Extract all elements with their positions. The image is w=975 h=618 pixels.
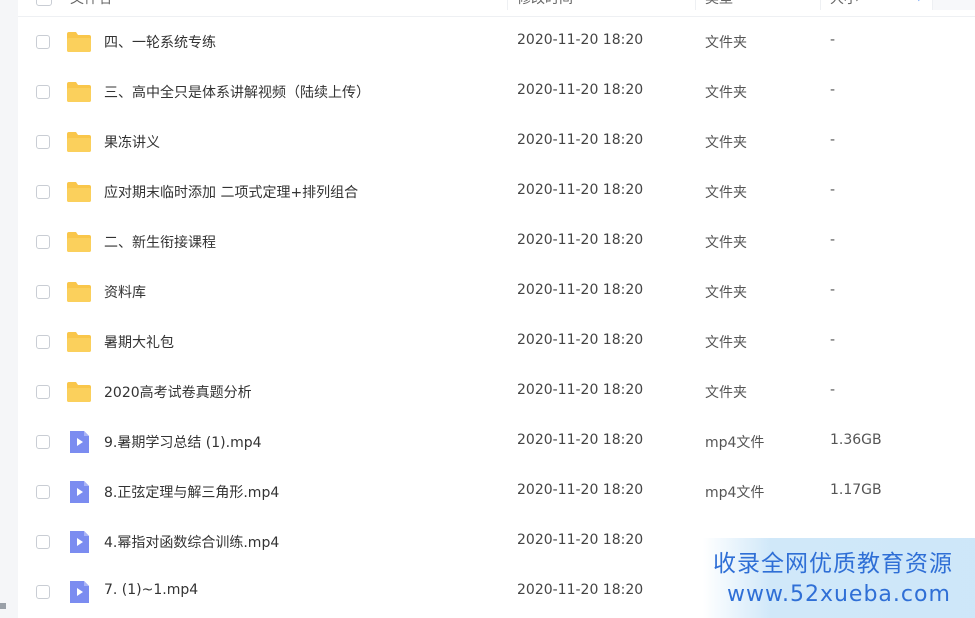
file-size: - xyxy=(830,132,836,148)
modified-time: 2020-11-20 18:20 xyxy=(517,82,644,98)
file-list-header: 文件名 修改时间 类型 大小 ▼ xyxy=(18,0,975,17)
row-checkbox[interactable] xyxy=(36,185,50,199)
resize-handle[interactable] xyxy=(0,603,6,609)
folder-icon xyxy=(66,30,92,54)
video-file-icon xyxy=(66,480,92,504)
file-row[interactable]: 四、一轮系统专练 2020-11-20 18:20 文件夹 - xyxy=(18,17,975,67)
row-checkbox[interactable] xyxy=(36,485,50,499)
row-checkbox[interactable] xyxy=(36,135,50,149)
file-type: 文件夹 xyxy=(705,335,747,351)
modified-time: 2020-11-20 18:20 xyxy=(517,282,644,298)
file-type: 文件夹 xyxy=(705,385,747,401)
file-row[interactable]: 暑期大礼包 2020-11-20 18:20 文件夹 - xyxy=(18,317,975,367)
file-type: mp4文件 xyxy=(705,435,765,451)
folder-icon xyxy=(66,130,92,154)
file-type: 文件夹 xyxy=(705,85,747,101)
folder-icon xyxy=(66,180,92,204)
select-all-checkbox[interactable] xyxy=(36,0,52,6)
file-size: 1.17GB xyxy=(830,482,882,498)
file-name[interactable]: 4.幂指对函数综合训练.mp4 xyxy=(104,532,279,552)
column-header-type[interactable]: 类型 xyxy=(705,0,733,16)
file-name[interactable]: 三、高中全只是体系讲解视频（陆续上传） xyxy=(104,82,370,102)
file-row[interactable]: 8.正弦定理与解三角形.mp4 2020-11-20 18:20 mp4文件 1.17… xyxy=(18,467,975,517)
watermark-line2: www.52xueba.com xyxy=(727,582,951,607)
row-checkbox[interactable] xyxy=(36,435,50,449)
modified-time: 2020-11-20 18:20 xyxy=(517,232,644,248)
file-name[interactable]: 果冻讲义 xyxy=(104,132,160,152)
folder-icon xyxy=(66,330,92,354)
file-name[interactable]: 7. (1)~1.mp4 xyxy=(104,582,198,598)
folder-icon xyxy=(66,380,92,404)
file-row[interactable]: 资料库 2020-11-20 18:20 文件夹 - xyxy=(18,267,975,317)
column-header-name[interactable]: 文件名 xyxy=(70,0,112,16)
row-checkbox[interactable] xyxy=(36,35,50,49)
file-size: - xyxy=(830,382,836,398)
file-name[interactable]: 二、新生衔接课程 xyxy=(104,232,216,252)
file-name[interactable]: 应对期末临时添加 二项式定理+排列组合 xyxy=(104,182,358,202)
file-row[interactable]: 2020高考试卷真题分析 2020-11-20 18:20 文件夹 - xyxy=(18,367,975,417)
modified-time: 2020-11-20 18:20 xyxy=(517,532,644,548)
row-checkbox[interactable] xyxy=(36,335,50,349)
file-name[interactable]: 8.正弦定理与解三角形.mp4 xyxy=(104,482,279,502)
file-name[interactable]: 2020高考试卷真题分析 xyxy=(104,382,252,402)
file-size: - xyxy=(830,282,836,298)
file-row[interactable]: 二、新生衔接课程 2020-11-20 18:20 文件夹 - xyxy=(18,217,975,267)
folder-icon xyxy=(66,230,92,254)
file-type: mp4文件 xyxy=(705,485,765,501)
file-row[interactable]: 应对期末临时添加 二项式定理+排列组合 2020-11-20 18:20 文件夹 - xyxy=(18,167,975,217)
file-type: 文件夹 xyxy=(705,285,747,301)
watermark-line1: 收录全网优质教育资源 xyxy=(713,551,953,577)
file-row[interactable]: 果冻讲义 2020-11-20 18:20 文件夹 - xyxy=(18,117,975,167)
file-size: - xyxy=(830,32,836,48)
row-checkbox[interactable] xyxy=(36,585,50,599)
row-checkbox[interactable] xyxy=(36,385,50,399)
file-size: 1.36GB xyxy=(830,432,882,448)
modified-time: 2020-11-20 18:20 xyxy=(517,182,644,198)
modified-time: 2020-11-20 18:20 xyxy=(517,482,644,498)
column-divider[interactable] xyxy=(507,0,508,10)
watermark-banner: 收录全网优质教育资源 www.52xueba.com xyxy=(703,538,975,618)
modified-time: 2020-11-20 18:20 xyxy=(517,32,644,48)
file-row[interactable]: 9.暑期学习总结 (1).mp4 2020-11-20 18:20 mp4文件 1.3… xyxy=(18,417,975,467)
column-header-time[interactable]: 修改时间 xyxy=(517,0,573,16)
video-file-icon xyxy=(66,430,92,454)
modified-time: 2020-11-20 18:20 xyxy=(517,332,644,348)
modified-time: 2020-11-20 18:20 xyxy=(517,382,644,398)
file-name[interactable]: 暑期大礼包 xyxy=(104,332,174,352)
file-type: 文件夹 xyxy=(705,235,747,251)
row-checkbox[interactable] xyxy=(36,535,50,549)
row-checkbox[interactable] xyxy=(36,235,50,249)
sort-arrow-icon[interactable]: ▼ xyxy=(915,0,925,3)
row-checkbox[interactable] xyxy=(36,285,50,299)
file-type: 文件夹 xyxy=(705,35,747,51)
file-name[interactable]: 四、一轮系统专练 xyxy=(104,32,216,52)
file-name[interactable]: 资料库 xyxy=(104,282,146,302)
file-type: 文件夹 xyxy=(705,135,747,151)
file-size: - xyxy=(830,82,836,98)
file-row[interactable]: 三、高中全只是体系讲解视频（陆续上传） 2020-11-20 18:20 文件夹 - xyxy=(18,67,975,117)
file-name[interactable]: 9.暑期学习总结 (1).mp4 xyxy=(104,432,262,452)
modified-time: 2020-11-20 18:20 xyxy=(517,432,644,448)
column-divider[interactable] xyxy=(695,0,696,10)
file-size: - xyxy=(830,232,836,248)
video-file-icon xyxy=(66,580,92,604)
row-checkbox[interactable] xyxy=(36,85,50,99)
file-list-panel: 文件名 修改时间 类型 大小 ▼ 四、一轮系统专练 2020-11-20 18:2… xyxy=(18,0,975,618)
modified-time: 2020-11-20 18:20 xyxy=(517,132,644,148)
column-divider[interactable] xyxy=(820,0,821,10)
video-file-icon xyxy=(66,530,92,554)
column-header-size[interactable]: 大小 xyxy=(830,0,858,16)
file-size: - xyxy=(830,182,836,198)
header-corner xyxy=(932,0,975,10)
left-gutter xyxy=(0,0,18,618)
folder-icon xyxy=(66,280,92,304)
folder-icon xyxy=(66,80,92,104)
file-type: 文件夹 xyxy=(705,185,747,201)
file-size: - xyxy=(830,332,836,348)
modified-time: 2020-11-20 18:20 xyxy=(517,582,644,598)
